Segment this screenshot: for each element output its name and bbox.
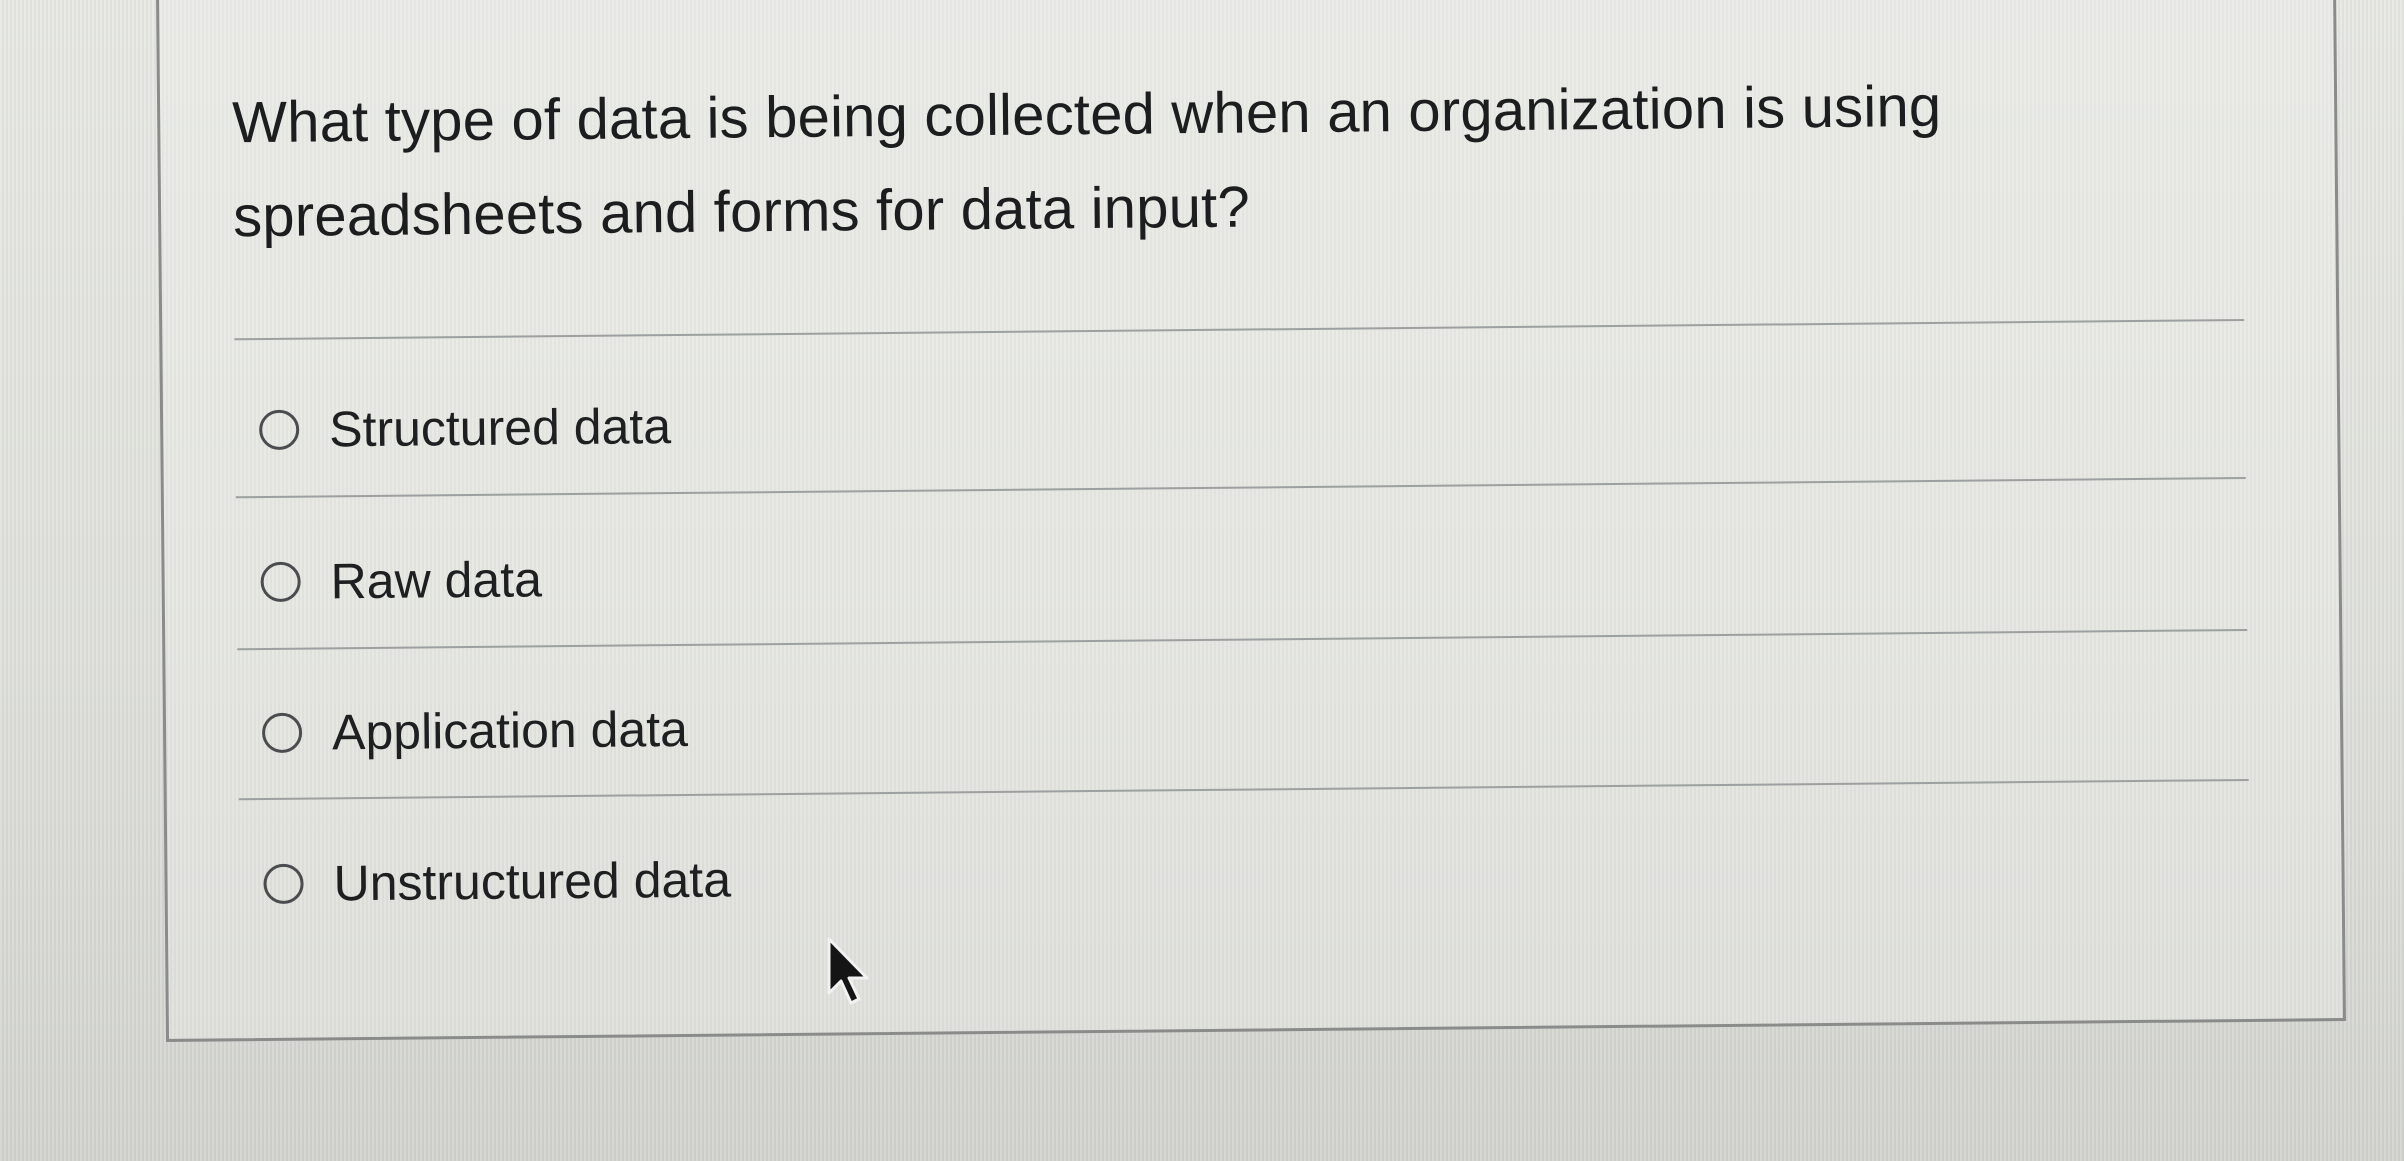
option-label: Raw data xyxy=(330,551,543,610)
mouse-pointer-icon xyxy=(827,937,869,1005)
radio-button-empty-icon[interactable] xyxy=(260,561,301,603)
question-text: What type of data is being collected whe… xyxy=(231,73,1942,250)
option-label: Unstructured data xyxy=(333,851,732,912)
radio-button-empty-icon[interactable] xyxy=(258,409,300,451)
option-application-data[interactable]: Application data xyxy=(261,689,689,773)
question-divider xyxy=(234,318,2245,341)
option-divider xyxy=(235,476,2246,499)
option-divider xyxy=(238,778,2249,801)
option-structured-data[interactable]: Structured data xyxy=(258,386,672,470)
option-raw-data[interactable]: Raw data xyxy=(260,539,542,622)
question-card: What type of data is being collected whe… xyxy=(156,0,2346,1042)
option-divider xyxy=(237,628,2248,651)
option-label: Application data xyxy=(331,700,689,761)
screen-background: What type of data is being collected whe… xyxy=(0,0,2404,1161)
radio-button-empty-icon[interactable] xyxy=(263,863,304,905)
radio-button-empty-icon[interactable] xyxy=(261,712,303,754)
option-label: Structured data xyxy=(328,398,672,458)
option-unstructured-data[interactable]: Unstructured data xyxy=(263,840,731,924)
